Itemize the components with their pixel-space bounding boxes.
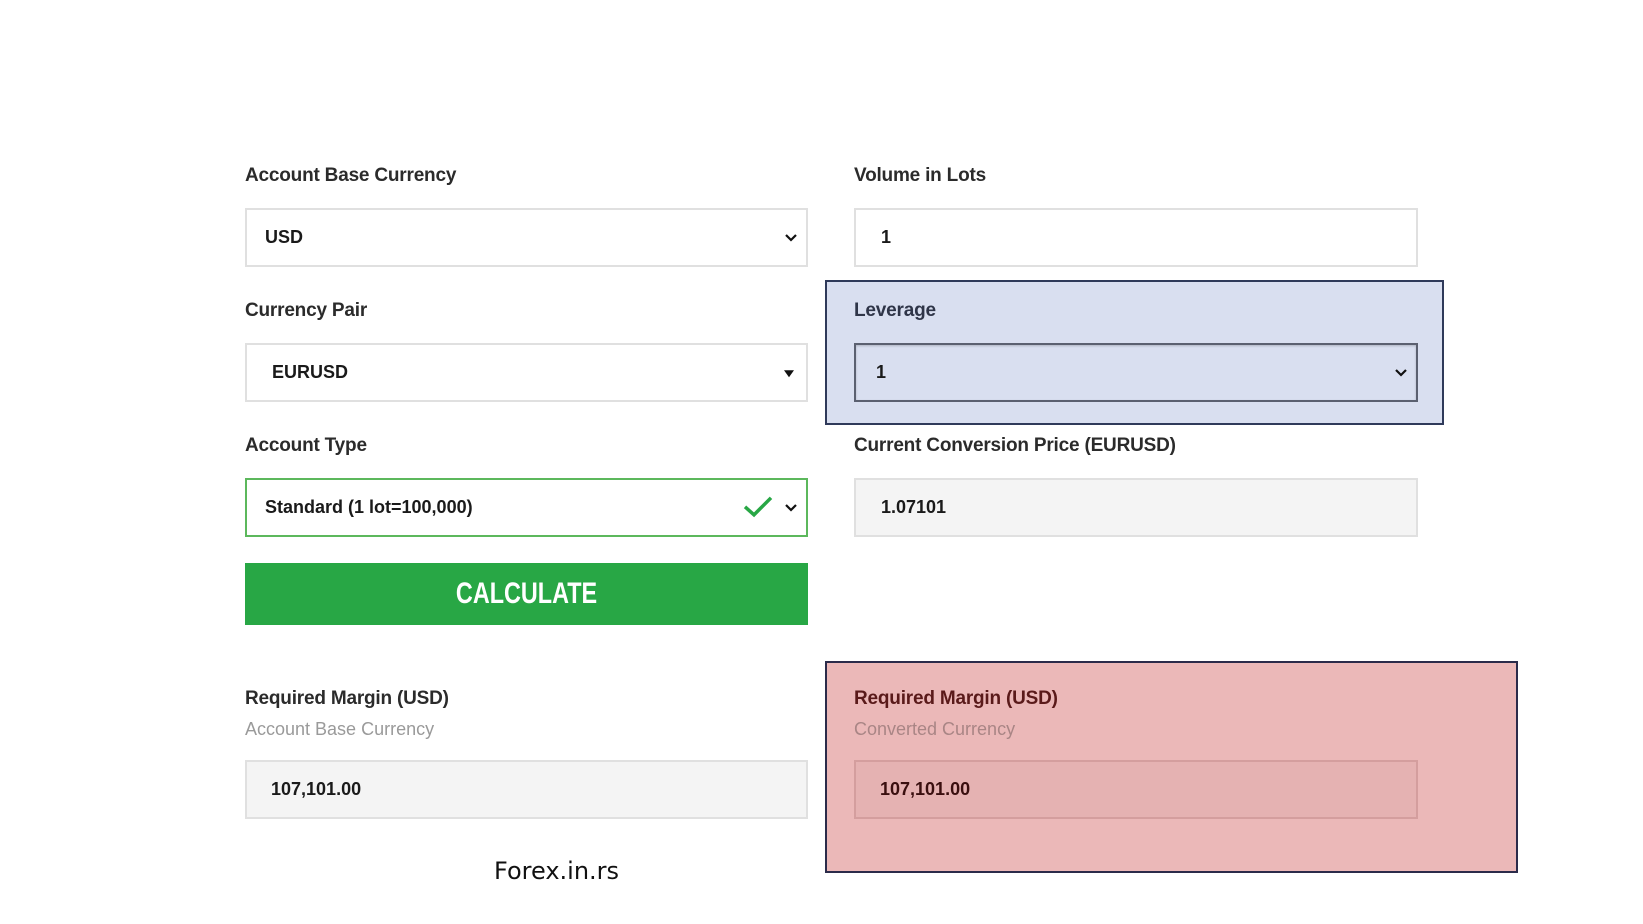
converted-margin-sublabel: Converted Currency	[854, 719, 1016, 739]
account-base-currency-select[interactable]: USD	[245, 208, 808, 267]
leverage-label: Leverage	[854, 300, 936, 321]
chevron-down-icon	[1395, 368, 1407, 377]
base-margin-field: 107,101.00	[245, 760, 808, 819]
conversion-price-label: Current Conversion Price (EURUSD)	[854, 435, 1176, 456]
account-type-select[interactable]: Standard (1 lot=100,000)	[245, 478, 808, 537]
watermark-text: Forex.in.rs	[494, 857, 620, 885]
chevron-down-icon	[785, 503, 797, 512]
conversion-price-field: 1.07101	[854, 478, 1418, 537]
volume-in-lots-label: Volume in Lots	[854, 165, 986, 186]
account-type-value: Standard (1 lot=100,000)	[265, 497, 473, 517]
calculate-button-label: CALCULATE	[455, 577, 598, 610]
checkmark-icon	[743, 496, 773, 517]
converted-margin-field: 107,101.00	[854, 760, 1418, 819]
currency-pair-value: EURUSD	[272, 362, 349, 382]
currency-pair-label: Currency Pair	[245, 300, 368, 321]
converted-margin-value: 107,101.00	[880, 779, 971, 799]
account-base-currency-value: USD	[265, 227, 304, 247]
converted-margin-label: Required Margin (USD)	[854, 688, 1058, 709]
base-margin-label: Required Margin (USD)	[245, 688, 449, 709]
caret-down-icon	[784, 369, 794, 377]
leverage-select[interactable]: 1	[854, 343, 1418, 402]
base-margin-value: 107,101.00	[271, 779, 362, 799]
chevron-down-icon	[785, 233, 797, 242]
base-margin-sublabel: Account Base Currency	[245, 719, 435, 739]
calculate-button[interactable]: CALCULATE	[245, 563, 808, 625]
currency-pair-select[interactable]: EURUSD	[245, 343, 808, 402]
conversion-price-value: 1.07101	[881, 497, 947, 517]
account-base-currency-label: Account Base Currency	[245, 165, 457, 186]
account-type-label: Account Type	[245, 435, 367, 456]
volume-in-lots-value: 1	[881, 227, 892, 247]
leverage-value: 1	[876, 362, 887, 382]
volume-in-lots-input[interactable]: 1	[854, 208, 1418, 267]
